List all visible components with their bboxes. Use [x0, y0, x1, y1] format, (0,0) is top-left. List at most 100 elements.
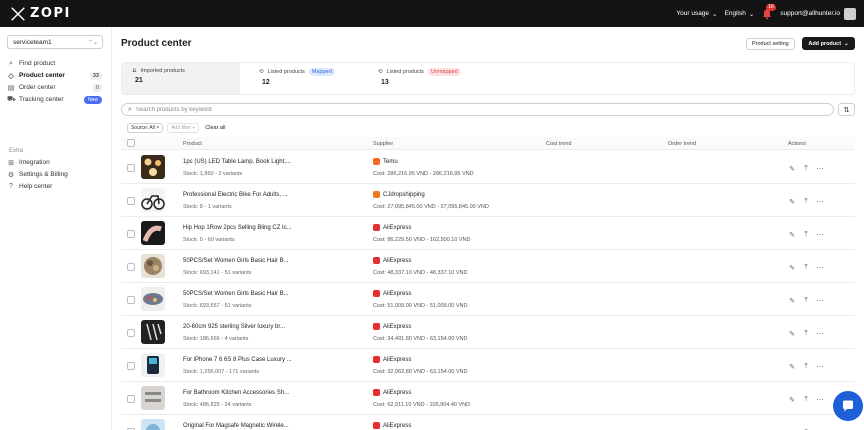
supplier: AliExpress: [373, 290, 411, 297]
row-checkbox[interactable]: [127, 230, 135, 238]
upload-icon[interactable]: ⤒: [802, 165, 810, 173]
select-all-checkbox[interactable]: [127, 139, 135, 147]
more-icon[interactable]: ⋯: [816, 165, 824, 173]
product-thumbnail[interactable]: [141, 221, 165, 245]
sidebar-item-order-center[interactable]: ▤ Order center 0: [7, 82, 105, 93]
stat-listed-mapped[interactable]: ⟲ Listed products Mapped 12: [249, 63, 335, 94]
add-filter-button[interactable]: Add filter +: [167, 123, 200, 133]
edit-icon[interactable]: ✎: [788, 165, 796, 173]
table-row[interactable]: 50PCS/Set Women Girls Basic Hair B... Sto…: [121, 250, 855, 283]
product-name[interactable]: 20-60cm 925 sterling Silver luxury br...: [183, 324, 285, 330]
sidebar-item-tracking-center[interactable]: ⛟ Tracking center New: [7, 94, 105, 105]
more-icon[interactable]: ⋯: [816, 396, 824, 404]
sidebar-item-find-product[interactable]: ⌕ Find product: [7, 58, 105, 69]
top-bar: ZOPI Your usage ⌄ English ⌄ 16 support@a…: [0, 0, 864, 27]
product-name[interactable]: 50PCS/Set Women Girls Basic Hair B...: [183, 291, 289, 297]
sidebar-item-integration[interactable]: ⊞ Integration: [7, 157, 105, 168]
table-row[interactable]: 20-60cm 925 sterling Silver luxury br...…: [121, 316, 855, 349]
product-cost: Cost: 86,229.50 VND - 162,500.10 VND: [373, 237, 471, 243]
sidebar-item-settings-billing[interactable]: ⚙ Settings & Billing: [7, 169, 105, 180]
sort-button[interactable]: ⇅: [838, 103, 855, 116]
more-icon[interactable]: ⋯: [816, 363, 824, 371]
stat-listed-unmapped[interactable]: ⟲ Listed products Unmapped 13: [368, 63, 461, 94]
edit-icon[interactable]: ✎: [788, 297, 796, 305]
product-thumbnail[interactable]: [141, 188, 165, 212]
edit-icon[interactable]: ✎: [788, 264, 796, 272]
row-checkbox[interactable]: [127, 362, 135, 370]
product-thumbnail[interactable]: [141, 386, 165, 410]
table-row[interactable]: For iPhone 7 6 6S 8 Plus Case Luxury ...…: [121, 349, 855, 382]
edit-icon[interactable]: ✎: [788, 396, 796, 404]
supplier-name: Temu: [383, 158, 398, 165]
upload-icon[interactable]: ⤒: [802, 363, 810, 371]
edit-icon[interactable]: ✎: [788, 231, 796, 239]
upload-icon[interactable]: ⤒: [802, 330, 810, 338]
product-thumbnail[interactable]: [141, 320, 165, 344]
search-input[interactable]: [135, 106, 816, 113]
more-icon[interactable]: ⋯: [816, 198, 824, 206]
add-product-button[interactable]: Add product ⌄: [802, 37, 855, 50]
upload-icon[interactable]: ⤒: [802, 396, 810, 404]
row-checkbox[interactable]: [127, 197, 135, 205]
product-name[interactable]: Hip Hop 1Row 2pcs Selling Bling CZ Ic...: [183, 225, 292, 231]
table-row[interactable]: 50PCS/Set Women Girls Basic Hair B... Sto…: [121, 283, 855, 316]
gear-icon: ⚙: [7, 171, 15, 179]
product-name[interactable]: Professional Electric Bike For Adults, .…: [183, 192, 288, 198]
stat-imported-products[interactable]: ⇊ Imported products 21: [122, 63, 240, 94]
sidebar-item-label: Tracking center: [19, 96, 64, 103]
table-row[interactable]: Professional Electric Bike For Adults, .…: [121, 184, 855, 217]
brand-logo[interactable]: ZOPI: [9, 5, 71, 23]
upload-icon[interactable]: ⤒: [802, 297, 810, 305]
edit-icon[interactable]: ✎: [788, 330, 796, 338]
chat-support-button[interactable]: [833, 391, 863, 421]
sidebar-item-help-center[interactable]: ? Help center: [7, 181, 105, 192]
product-thumbnail[interactable]: [141, 353, 165, 377]
more-icon[interactable]: ⋯: [816, 297, 824, 305]
product-stock: Stock: 186,666 - 4 variants: [183, 336, 249, 342]
chevron-down-icon: ⌄: [844, 40, 849, 47]
sidebar-item-product-center[interactable]: ◇ Product center 33: [7, 70, 105, 81]
row-checkbox[interactable]: [127, 263, 135, 271]
row-checkbox[interactable]: [127, 164, 135, 172]
product-thumbnail[interactable]: [141, 419, 165, 430]
row-checkbox[interactable]: [127, 296, 135, 304]
table-row[interactable]: 1pc (US) LED Table Lamp, Book Light,... S…: [121, 151, 855, 184]
more-icon[interactable]: ⋯: [816, 264, 824, 272]
notifications-button[interactable]: 16: [761, 3, 776, 20]
upload-icon[interactable]: ⤒: [802, 231, 810, 239]
row-checkbox[interactable]: [127, 329, 135, 337]
product-name[interactable]: 1pc (US) LED Table Lamp, Book Light,...: [183, 159, 291, 165]
column-header-order-trend[interactable]: Order trend: [668, 141, 696, 147]
more-icon[interactable]: ⋯: [816, 330, 824, 338]
row-checkbox[interactable]: [127, 395, 135, 403]
table-row[interactable]: Original For Magsafe Magnetic Wirele... A…: [121, 415, 855, 430]
product-thumbnail[interactable]: [141, 155, 165, 179]
stats-panel: ⇊ Imported products 21 ⟲ Listed products…: [121, 62, 855, 95]
supplier: AliExpress: [373, 356, 411, 363]
column-header-supplier[interactable]: Supplier: [373, 141, 393, 147]
product-thumbnail[interactable]: [141, 287, 165, 311]
edit-icon[interactable]: ✎: [788, 198, 796, 206]
clear-all-button[interactable]: Clear all: [205, 125, 225, 131]
more-icon[interactable]: ⋯: [816, 231, 824, 239]
table-row[interactable]: Hip Hop 1Row 2pcs Selling Bling CZ Ic...…: [121, 217, 855, 250]
upload-icon[interactable]: ⤒: [802, 198, 810, 206]
product-name[interactable]: For iPhone 7 6 6S 8 Plus Case Luxury ...: [183, 357, 292, 363]
column-header-product[interactable]: Product: [183, 141, 202, 147]
user-menu[interactable]: support@allhunter.io: [780, 7, 856, 20]
product-thumbnail[interactable]: [141, 254, 165, 278]
product-name[interactable]: 50PCS/Set Women Girls Basic Hair B...: [183, 258, 289, 264]
column-header-cost-trend[interactable]: Cost trend: [546, 141, 571, 147]
product-cost: Cost: 286,216.95 VND - 286,216.95 VND: [373, 171, 474, 177]
product-name[interactable]: Original For Magsafe Magnetic Wirele...: [183, 423, 289, 429]
product-setting-button[interactable]: Product setting: [746, 38, 795, 50]
edit-icon[interactable]: ✎: [788, 363, 796, 371]
chevron-down-icon: ⌄: [712, 10, 718, 18]
upload-icon[interactable]: ⤒: [802, 264, 810, 272]
usage-dropdown[interactable]: Your usage ⌄: [676, 10, 717, 18]
source-filter-chip[interactable]: Source: All ×: [127, 123, 164, 133]
language-dropdown[interactable]: English ⌄: [725, 10, 755, 18]
team-select[interactable]: serviceteam1 ⌃⌄: [7, 35, 103, 49]
table-row[interactable]: For Bathroom Kitchen Accessories Sh... St…: [121, 382, 855, 415]
product-name[interactable]: For Bathroom Kitchen Accessories Sh...: [183, 390, 289, 396]
